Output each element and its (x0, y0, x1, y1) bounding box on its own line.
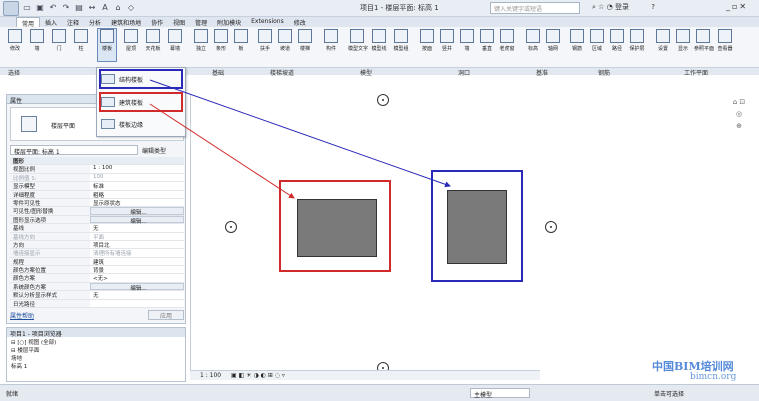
view-controls-icons[interactable]: ▣ ◧ ☀ ◑ ◐ ⊞ ◌ ▿ (231, 372, 285, 379)
red-arrow (149, 103, 295, 199)
status-bar: 就绪 主模型 单击可选择 (0, 384, 759, 401)
status-text: 就绪 (6, 391, 19, 398)
view-control-bar: 1 : 100 ▣ ◧ ☀ ◑ ◐ ⊞ ◌ ▿ (190, 370, 540, 380)
view-scale[interactable]: 1 : 100 (200, 372, 221, 379)
active-model-selector[interactable]: 主模型 (470, 388, 530, 399)
annotation-arrows (149, 79, 451, 199)
click-select-checkbox[interactable]: 单击可选择 (654, 389, 684, 398)
watermark-url: bimcn.org (690, 372, 737, 382)
